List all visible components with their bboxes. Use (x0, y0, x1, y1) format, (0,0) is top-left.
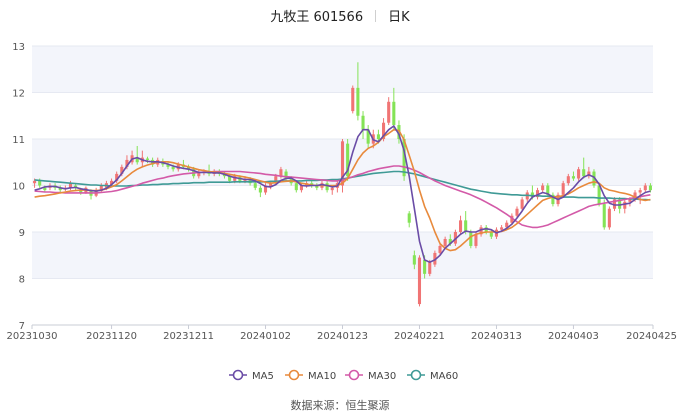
candle-body (171, 166, 175, 170)
candle-body (571, 176, 575, 179)
y-tick-label: 8 (19, 275, 25, 286)
candle-body (417, 257, 422, 305)
candle-body (443, 238, 447, 246)
candle-body (361, 115, 365, 130)
x-tick-label: 20240313 (471, 331, 522, 342)
candle-body (438, 245, 442, 253)
candle-body (325, 183, 329, 191)
candle-body (515, 208, 519, 216)
y-tick-label: 10 (12, 182, 25, 193)
candle-body (412, 255, 416, 265)
y-axis: 78910111213 (12, 42, 25, 332)
candle-body (541, 185, 545, 191)
y-tick-label: 11 (12, 135, 25, 146)
candle-body (392, 101, 396, 126)
legend-label-ma5: MA5 (252, 371, 274, 382)
candle-body (520, 199, 524, 209)
y-tick-label: 9 (19, 228, 25, 239)
candle-body (474, 234, 478, 246)
legend-label-ma10: MA10 (308, 371, 336, 382)
legend: MA5 MA10 MA30 MA60 (229, 369, 458, 382)
x-tick-label: 20240123 (317, 331, 368, 342)
candle-body (356, 87, 360, 116)
candle-body (145, 158, 150, 160)
candle-body (607, 208, 611, 228)
candle-body (351, 87, 355, 112)
candle-body (577, 169, 581, 179)
candle-body (643, 185, 647, 191)
x-tick-label: 20231030 (7, 331, 58, 342)
y-tick-label: 12 (12, 89, 25, 100)
candle-body (33, 180, 37, 184)
candle-body (623, 201, 627, 209)
candle-body (469, 232, 473, 246)
legend-marker-ma5 (232, 369, 244, 381)
legend-marker-ma60 (410, 369, 422, 381)
candle-body (602, 204, 606, 228)
candle-body (258, 187, 262, 193)
candle-body (638, 190, 642, 193)
candle-body (561, 183, 565, 195)
candle-body (279, 169, 283, 177)
x-tick-label: 20231120 (86, 331, 137, 342)
legend-label-ma30: MA30 (368, 371, 396, 382)
x-tick-label: 20240102 (240, 331, 291, 342)
candle-body (294, 183, 298, 191)
plot-band (32, 46, 653, 93)
candle-body (459, 220, 463, 232)
y-tick-label: 13 (12, 42, 25, 53)
candle-body (428, 262, 432, 274)
plot-band (32, 232, 653, 279)
candle-body (43, 187, 47, 191)
candlestick-chart: 78910111213 20231030 20231120 20231211 2024… (7, 42, 677, 382)
candle-body (582, 169, 586, 177)
candle-body (38, 180, 42, 186)
data-source: 数据来源：恒生聚源 (290, 399, 390, 412)
legend-marker-ma10 (288, 369, 300, 381)
candle-body (253, 183, 257, 188)
x-tick-label: 20240221 (394, 331, 445, 342)
candle-body (566, 176, 570, 184)
chart-page: 九牧王 601566 日K 7 8 9 10 11 12 13 20231030 2023112… (0, 0, 680, 413)
legend-label-ma60: MA60 (430, 371, 458, 382)
candle-body (376, 134, 380, 139)
candle-body (330, 187, 334, 191)
candle-body (407, 213, 411, 223)
x-tick-label: 20240425 (626, 331, 677, 342)
candle-body (648, 185, 652, 191)
candle-body (464, 220, 468, 232)
x-tick-label: 20231211 (163, 331, 214, 342)
candle-body (423, 259, 427, 274)
legend-marker-ma30 (348, 369, 360, 381)
candle-body (500, 227, 504, 230)
candle-body (387, 101, 391, 123)
x-axis: 20231030 20231120 20231211 20240102 20240123… (7, 324, 677, 342)
x-tick-label: 20240403 (548, 331, 599, 342)
